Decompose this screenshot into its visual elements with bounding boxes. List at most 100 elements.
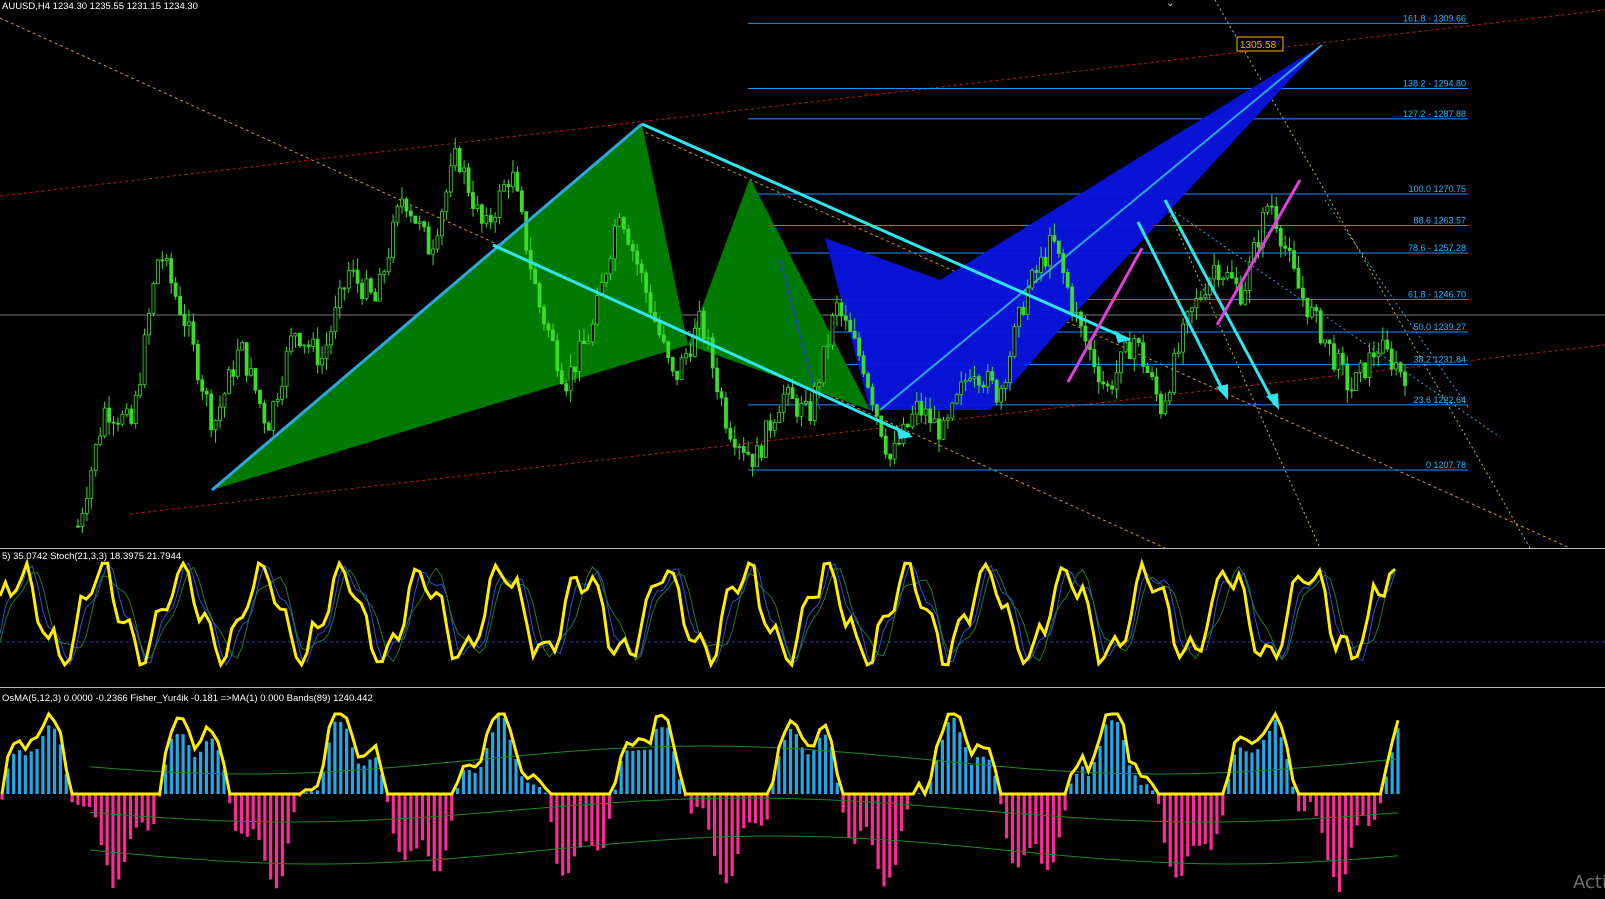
candle-body [1336,353,1341,370]
candle-body [1287,247,1292,252]
candle-body [1358,362,1363,373]
osma-bar [730,794,734,877]
candle-body [613,225,617,260]
osma-bar [181,734,185,794]
candle-body [1403,371,1407,386]
candle-body [164,258,169,262]
osma-bar [1168,794,1172,867]
candle-body [191,321,196,345]
candle-body [1021,306,1026,315]
candle-body [1323,339,1328,344]
osma-bar [76,794,80,805]
candle-body [306,344,311,347]
candle-body [1123,341,1128,353]
osma-bar [12,753,16,794]
osma-bar [1116,721,1120,794]
candle-body [329,331,333,346]
candle-body [266,422,271,431]
bands-upper [89,745,1399,775]
candle-body [160,259,165,262]
osma-bar [99,794,103,846]
candle-body [981,384,986,388]
candle-body [1301,287,1305,299]
candle-body [493,217,498,223]
candle-body [479,204,484,224]
candle-body [826,344,830,347]
osma-bar [134,794,138,828]
candle-body [138,384,143,396]
osma-bar [1080,766,1085,794]
osma-bar [1092,762,1096,794]
osma-bar [88,794,92,807]
candle-body [977,376,981,386]
candle-body [395,205,400,223]
candle-body [1003,381,1008,389]
osma-bar [1098,745,1102,794]
candle-body [692,327,697,357]
candle-body [1332,343,1336,370]
candle-body [768,420,773,431]
osma-bar [1355,794,1359,826]
osma-bar [239,794,244,834]
candle-body [715,367,719,393]
candle-body [759,445,764,458]
candle-body [852,330,857,339]
candle-body [1070,286,1075,314]
osma-bar [1110,720,1114,794]
candle-body [511,171,515,188]
candle-body [377,274,382,302]
candle-body [1372,352,1376,358]
osma-bar [263,794,267,861]
osma-bar [58,744,63,794]
fib-level-label: 61.8 - 1246.70 [1408,289,1466,299]
candle-body [1318,310,1323,344]
osma-bar [257,794,261,840]
candle-body [906,423,910,428]
candle-body [772,421,777,431]
candle-body [764,420,768,458]
candle-body [835,302,839,316]
candle-body [919,401,924,416]
fib-level-label: 38.2 1231.84 [1413,355,1466,365]
candle-body [1230,272,1234,279]
osma-bar [952,717,956,794]
osma-bar [234,794,238,831]
osma-bar [1302,794,1307,812]
osma-bar [602,794,606,849]
osma-bar [707,794,711,830]
candle-body [648,292,653,313]
osma-bar [82,794,86,807]
osma-bar [543,792,547,794]
trading-chart[interactable]: 161.8 - 1309.66 138.2 - 1294.80 127.2 - 12… [0,0,1605,899]
candle-body [502,184,506,192]
osma-bar [689,794,693,814]
candle-body [555,340,560,372]
candle-body [1305,297,1310,318]
candle-body [883,435,888,455]
candle-body [1234,277,1239,284]
candle-body [133,394,138,424]
bands-lower [89,835,1399,865]
candle-body [710,337,715,369]
osma-bar [905,794,909,810]
osma-bar [1086,775,1091,794]
osma-bar [1396,728,1400,794]
candle-body [688,353,693,357]
osma-bar [788,728,793,794]
osma-bar [1063,794,1067,811]
candle-body [320,357,324,366]
candle-body [1292,250,1296,269]
candle-body [448,165,453,193]
candle-body [173,282,178,297]
candle-body [298,333,302,347]
candle-body [657,321,662,336]
osma-bar [1250,752,1254,794]
candle-body [897,442,901,445]
osma-bar [128,794,133,839]
osma-bar [1373,794,1377,820]
candle-body [1083,325,1088,342]
candle-body [777,411,782,423]
candle-body [857,337,862,357]
osma-bar [444,794,448,851]
candle-body [311,338,316,347]
